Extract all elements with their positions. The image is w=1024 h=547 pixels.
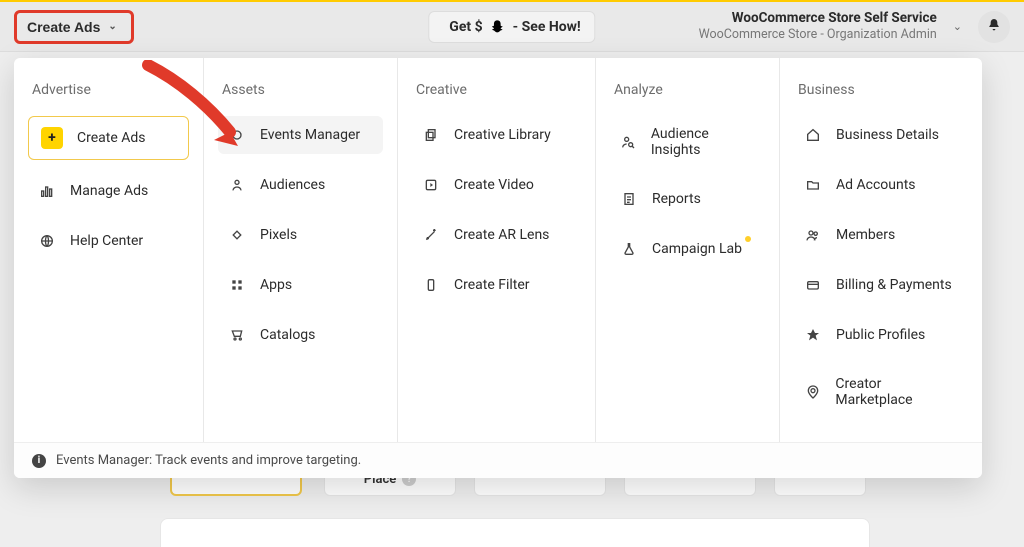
menu-label: Reports — [652, 191, 701, 207]
footer-text: Events Manager: Track events and improve… — [56, 453, 361, 468]
menu-ad-accounts[interactable]: Ad Accounts — [794, 166, 968, 204]
wand-icon — [422, 226, 440, 244]
account-switcher[interactable]: WooCommerce Store Self Service WooCommer… — [699, 10, 937, 43]
notifications-button[interactable] — [978, 11, 1010, 43]
menu-label: Create Ads — [77, 130, 146, 146]
menu-label: Members — [836, 227, 895, 243]
person-icon — [228, 176, 246, 194]
plus-icon: + — [41, 127, 63, 149]
creative-header: Creative — [412, 82, 581, 98]
menu-events-manager[interactable]: Events Manager — [218, 116, 383, 154]
flask-icon — [620, 240, 638, 258]
promo-text-suffix: - See How! — [513, 19, 581, 35]
col-creative: Creative Creative Library Create Video C… — [398, 58, 596, 442]
bell-icon — [986, 17, 1002, 37]
menu-label: Billing & Payments — [836, 277, 952, 293]
menu-help-center[interactable]: Help Center — [28, 222, 189, 260]
chevron-down-icon[interactable]: ⌄ — [953, 20, 962, 33]
snapchat-ghost-icon — [489, 18, 507, 36]
diamond-icon — [228, 226, 246, 244]
menu-label: Creative Library — [454, 127, 551, 143]
video-icon — [422, 176, 440, 194]
col-analyze: Analyze Audience Insights Reports Campai… — [596, 58, 780, 442]
menu-label: Creator Marketplace — [835, 376, 958, 408]
menu-create-ar-lens[interactable]: Create AR Lens — [412, 216, 581, 254]
menu-label: Campaign Lab — [652, 241, 742, 257]
menu-business-details[interactable]: Business Details — [794, 116, 968, 154]
globe-icon — [38, 232, 56, 250]
menu-label: Public Profiles — [836, 327, 925, 343]
col-assets: Assets Events Manager Audiences Pixels A… — [204, 58, 398, 442]
business-header: Business — [794, 82, 968, 98]
promo-pill[interactable]: Get $ - See How! — [428, 11, 595, 43]
top-right-controls: WooCommerce Store Self Service WooCommer… — [699, 10, 1010, 43]
nav-dropdown-panel: Advertise + Create Ads Manage Ads Help C… — [14, 58, 982, 478]
folder-icon — [804, 176, 822, 194]
analyze-header: Analyze — [610, 82, 765, 98]
menu-label: Create Video — [454, 177, 534, 193]
menu-create-ads[interactable]: + Create Ads — [28, 116, 189, 160]
account-name: WooCommerce Store Self Service — [699, 10, 937, 27]
card-icon — [804, 276, 822, 294]
nav-columns: Advertise + Create Ads Manage Ads Help C… — [14, 58, 982, 442]
menu-label: Create AR Lens — [454, 227, 549, 243]
menu-label: Ad Accounts — [836, 177, 916, 193]
grid-icon — [228, 276, 246, 294]
menu-label: Apps — [260, 277, 292, 293]
menu-reports[interactable]: Reports — [610, 180, 765, 218]
col-advertise: Advertise + Create Ads Manage Ads Help C… — [14, 58, 204, 442]
menu-label: Create Filter — [454, 277, 530, 293]
menu-label: Audience Insights — [651, 126, 755, 158]
topbar: Create Ads ⌄ Get $ - See How! WooCommerc… — [0, 2, 1024, 52]
menu-label: Business Details — [836, 127, 939, 143]
account-role: WooCommerce Store - Organization Admin — [699, 27, 937, 43]
menu-catalogs[interactable]: Catalogs — [218, 316, 383, 354]
menu-label: Events Manager — [260, 127, 360, 143]
menu-label: Pixels — [260, 227, 297, 243]
promo-text-prefix: Get $ — [449, 19, 482, 35]
create-ads-dropdown[interactable]: Create Ads ⌄ — [14, 10, 134, 44]
menu-manage-ads[interactable]: Manage Ads — [28, 172, 189, 210]
bg-lower-card — [160, 518, 870, 547]
person-search-icon — [620, 133, 637, 151]
menu-billing-payments[interactable]: Billing & Payments — [794, 266, 968, 304]
copy-icon — [422, 126, 440, 144]
new-badge-icon — [745, 236, 751, 242]
menu-audience-insights[interactable]: Audience Insights — [610, 116, 765, 168]
menu-label: Audiences — [260, 177, 325, 193]
bar-chart-icon — [38, 182, 56, 200]
star-icon — [804, 326, 822, 344]
phone-icon — [422, 276, 440, 294]
circle-icon — [228, 126, 246, 144]
assets-header: Assets — [218, 82, 383, 98]
chevron-down-icon: ⌄ — [108, 21, 116, 32]
menu-apps[interactable]: Apps — [218, 266, 383, 304]
advertise-header: Advertise — [28, 82, 189, 98]
col-business: Business Business Details Ad Accounts Me… — [780, 58, 982, 442]
create-ads-label: Create Ads — [27, 19, 100, 35]
panel-footer: i Events Manager: Track events and impro… — [14, 442, 982, 478]
menu-create-video[interactable]: Create Video — [412, 166, 581, 204]
menu-create-filter[interactable]: Create Filter — [412, 266, 581, 304]
menu-pixels[interactable]: Pixels — [218, 216, 383, 254]
menu-label: Manage Ads — [70, 183, 148, 199]
info-icon: i — [32, 454, 46, 468]
menu-audiences[interactable]: Audiences — [218, 166, 383, 204]
pin-icon — [804, 383, 821, 401]
menu-label: Catalogs — [260, 327, 315, 343]
menu-members[interactable]: Members — [794, 216, 968, 254]
cart-icon — [228, 326, 246, 344]
menu-creator-marketplace[interactable]: Creator Marketplace — [794, 366, 968, 418]
home-icon — [804, 126, 822, 144]
menu-campaign-lab[interactable]: Campaign Lab — [610, 230, 765, 268]
menu-label: Help Center — [70, 233, 143, 249]
members-icon — [804, 226, 822, 244]
menu-creative-library[interactable]: Creative Library — [412, 116, 581, 154]
menu-public-profiles[interactable]: Public Profiles — [794, 316, 968, 354]
report-icon — [620, 190, 638, 208]
